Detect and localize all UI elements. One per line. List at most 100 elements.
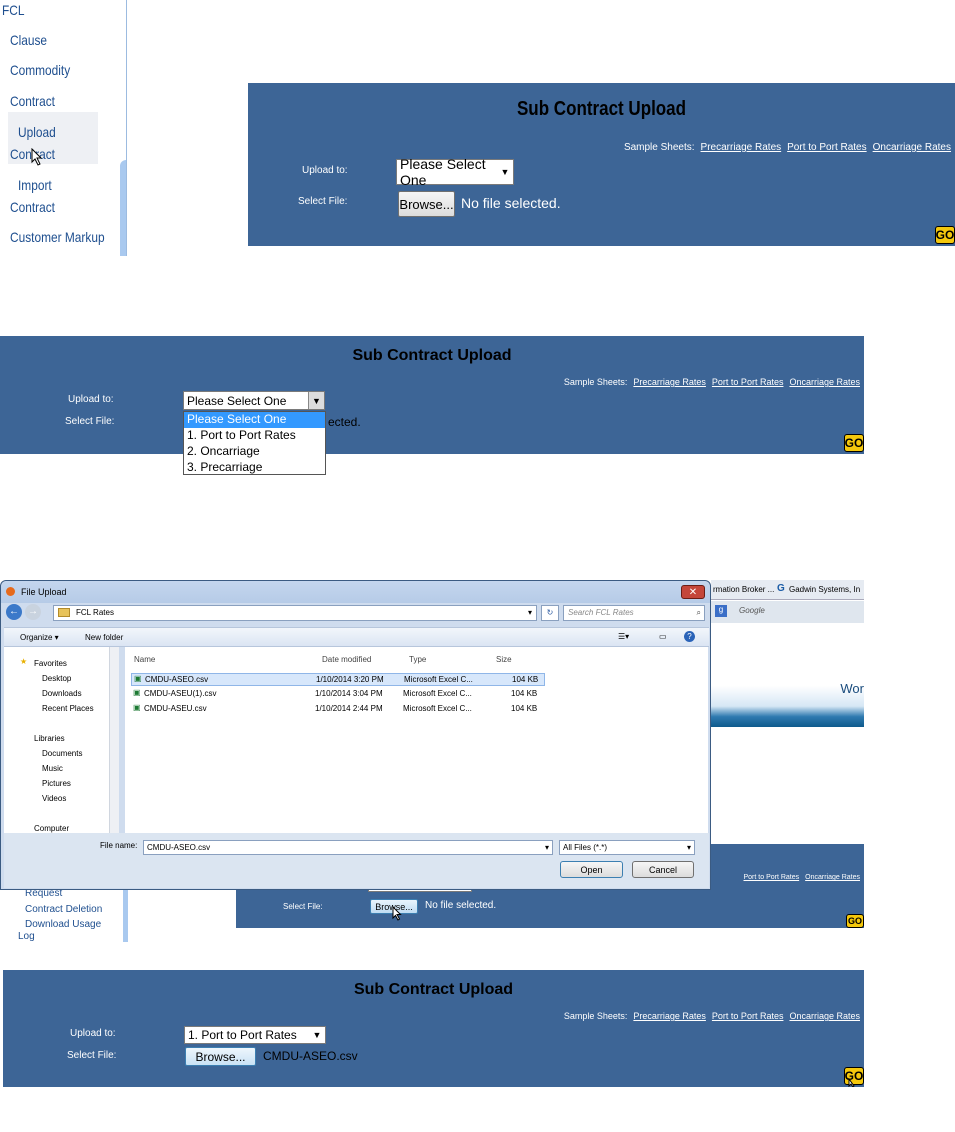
nav-favorites[interactable]: Favorites: [34, 659, 67, 668]
browse-button[interactable]: Browse...: [398, 191, 455, 217]
file-type: Microsoft Excel C...: [403, 704, 472, 713]
sidebar-item-clause[interactable]: Clause: [10, 32, 47, 48]
filename-input[interactable]: CMDU-ASEO.csv ▾: [143, 840, 553, 855]
oncarriage-link[interactable]: Oncarriage Rates: [789, 377, 860, 387]
file-date: 1/10/2014 3:20 PM: [316, 675, 384, 684]
chevron-down-icon[interactable]: ▼: [309, 1027, 325, 1043]
port-to-port-link[interactable]: Port to Port Rates: [712, 377, 784, 387]
selected-file-text: CMDU-ASEO.csv: [263, 1049, 358, 1063]
file-row[interactable]: ▣ CMDU-ASEU.csv 1/10/2014 2:44 PM Micros…: [131, 703, 545, 716]
dropdown-option[interactable]: 3. Precarriage: [184, 460, 325, 476]
sidebar-item-contract-deletion[interactable]: Contract Deletion: [25, 904, 102, 915]
go-button[interactable]: GO: [844, 434, 864, 452]
browser-tab[interactable]: rmation Broker ...: [713, 585, 774, 594]
file-upload-dialog: File Upload ✕ ← → FCL Rates ▾ ↻ Search F…: [0, 580, 711, 890]
file-row[interactable]: ▣ CMDU-ASEU(1).csv 1/10/2014 3:04 PM Mic…: [131, 688, 545, 701]
cancel-button[interactable]: Cancel: [632, 861, 694, 878]
dropdown-option[interactable]: 2. Oncarriage: [184, 444, 325, 460]
oncarriage-link[interactable]: Oncarriage Rates: [789, 1011, 860, 1021]
nav-pictures[interactable]: Pictures: [42, 779, 71, 788]
google-search-input[interactable]: Google: [739, 606, 765, 615]
precarriage-link[interactable]: Precarriage Rates: [701, 142, 782, 153]
nav-desktop[interactable]: Desktop: [42, 674, 71, 683]
sidebar-item-contract[interactable]: Contract: [10, 93, 55, 109]
column-date[interactable]: Date modified: [322, 655, 371, 664]
chevron-down-icon[interactable]: ▾: [687, 841, 691, 854]
sidebar-root-fcl[interactable]: FCL: [2, 2, 24, 18]
file-type-filter[interactable]: All Files (*.*) ▾: [559, 840, 695, 855]
nav-downloads[interactable]: Downloads: [42, 689, 82, 698]
search-input[interactable]: Search FCL Rates ⌕: [563, 605, 705, 621]
column-name[interactable]: Name: [134, 655, 155, 664]
file-name: CMDU-ASEO.csv: [145, 675, 209, 684]
sidebar-item-log[interactable]: Log: [18, 931, 35, 942]
csv-file-icon: ▣: [134, 674, 142, 683]
nav-documents[interactable]: Documents: [42, 749, 82, 758]
csv-file-icon: ▣: [133, 688, 141, 697]
sidebar-item-commodity[interactable]: Commodity: [10, 62, 70, 78]
filename-label: File name:: [100, 841, 138, 850]
precarriage-link[interactable]: Precarriage Rates: [633, 377, 706, 387]
nav-libraries[interactable]: Libraries: [34, 734, 65, 743]
oncarriage-link[interactable]: Oncarriage Rates: [873, 142, 951, 153]
sample-sheets-label: Sample Sheets:: [623, 142, 695, 153]
nav-computer[interactable]: Computer: [34, 824, 69, 833]
port-to-port-link[interactable]: Port to Port Rates: [744, 874, 800, 881]
help-icon[interactable]: ?: [684, 631, 695, 642]
sidebar-item-import-line2[interactable]: Contract: [10, 199, 55, 215]
nav-music[interactable]: Music: [42, 764, 63, 773]
back-icon[interactable]: ←: [6, 604, 22, 620]
browser-tab[interactable]: Gadwin Systems, In: [789, 585, 860, 594]
nav-videos[interactable]: Videos: [42, 794, 66, 803]
browser-search-bar: g Google: [711, 601, 864, 623]
organize-button[interactable]: Organize ▾: [20, 633, 59, 642]
refresh-icon[interactable]: ↻: [541, 605, 559, 621]
sidebar-item-download-usage[interactable]: Download Usage: [25, 919, 101, 930]
column-size[interactable]: Size: [496, 655, 512, 664]
forward-icon[interactable]: →: [25, 604, 41, 620]
dropdown-option[interactable]: Please Select One: [184, 412, 325, 428]
no-file-text: No file selected.: [425, 900, 497, 911]
upload-to-value: 1. Port to Port Rates: [188, 1028, 297, 1042]
chevron-down-icon[interactable]: ▾: [528, 606, 532, 620]
sidebar-item-import[interactable]: Import: [18, 177, 52, 193]
chevron-down-icon[interactable]: ▼: [308, 392, 324, 409]
file-row[interactable]: ▣ CMDU-ASEO.csv 1/10/2014 3:20 PM Micros…: [131, 673, 545, 686]
google-icon: g: [715, 605, 727, 617]
go-button[interactable]: GO: [935, 226, 955, 244]
navigation-pane: ★ Favorites Desktop Downloads Recent Pla…: [4, 647, 117, 833]
sample-sheets-label: Sample Sheets:: [563, 1011, 628, 1021]
precarriage-link[interactable]: Precarriage Rates: [633, 1011, 706, 1021]
sample-sheets: Sample Sheets: Precarriage Rates Port to P…: [624, 142, 951, 153]
chevron-down-icon[interactable]: ▾: [545, 841, 549, 854]
oncarriage-link[interactable]: Oncarriage Rates: [805, 874, 860, 881]
new-folder-button[interactable]: New folder: [85, 633, 123, 642]
nav-scrollbar[interactable]: [109, 647, 119, 833]
sidebar-item-customer-markup[interactable]: Customer Markup: [10, 229, 105, 245]
dialog-titlebar: File Upload ✕: [1, 581, 710, 603]
upload-to-select[interactable]: Please Select One ▼: [183, 391, 325, 410]
port-to-port-link[interactable]: Port to Port Rates: [712, 1011, 784, 1021]
banner-text: Wor: [840, 681, 864, 696]
chevron-down-icon[interactable]: ▼: [497, 160, 513, 184]
nav-recent-places[interactable]: Recent Places: [42, 704, 94, 713]
view-icon[interactable]: ☰▾: [618, 632, 629, 641]
no-file-text-fragment: ected.: [328, 415, 361, 429]
browse-button[interactable]: Browse...: [185, 1047, 256, 1066]
port-to-port-link[interactable]: Port to Port Rates: [787, 142, 866, 153]
upload-to-select[interactable]: Please Select One ▼: [396, 156, 514, 188]
sidebar-menu: FCL Clause Commodity Contract Upload Con…: [0, 0, 127, 256]
sidebar-item-upload[interactable]: Upload: [18, 124, 56, 140]
preview-pane-icon[interactable]: ▭: [659, 632, 667, 641]
column-type[interactable]: Type: [409, 655, 426, 664]
upload-to-select[interactable]: 1. Port to Port Rates ▼: [184, 1026, 326, 1044]
go-button[interactable]: GO: [846, 914, 864, 928]
sample-sheets-label: Sample Sheets:: [563, 377, 628, 387]
open-button[interactable]: Open: [560, 861, 623, 878]
dropdown-option[interactable]: 1. Port to Port Rates: [184, 428, 325, 444]
no-file-text: No file selected.: [461, 195, 561, 211]
close-icon[interactable]: ✕: [681, 585, 705, 599]
file-name: CMDU-ASEU(1).csv: [144, 689, 217, 698]
address-bar[interactable]: FCL Rates ▾: [53, 605, 537, 621]
search-placeholder: Search FCL Rates: [568, 608, 634, 617]
